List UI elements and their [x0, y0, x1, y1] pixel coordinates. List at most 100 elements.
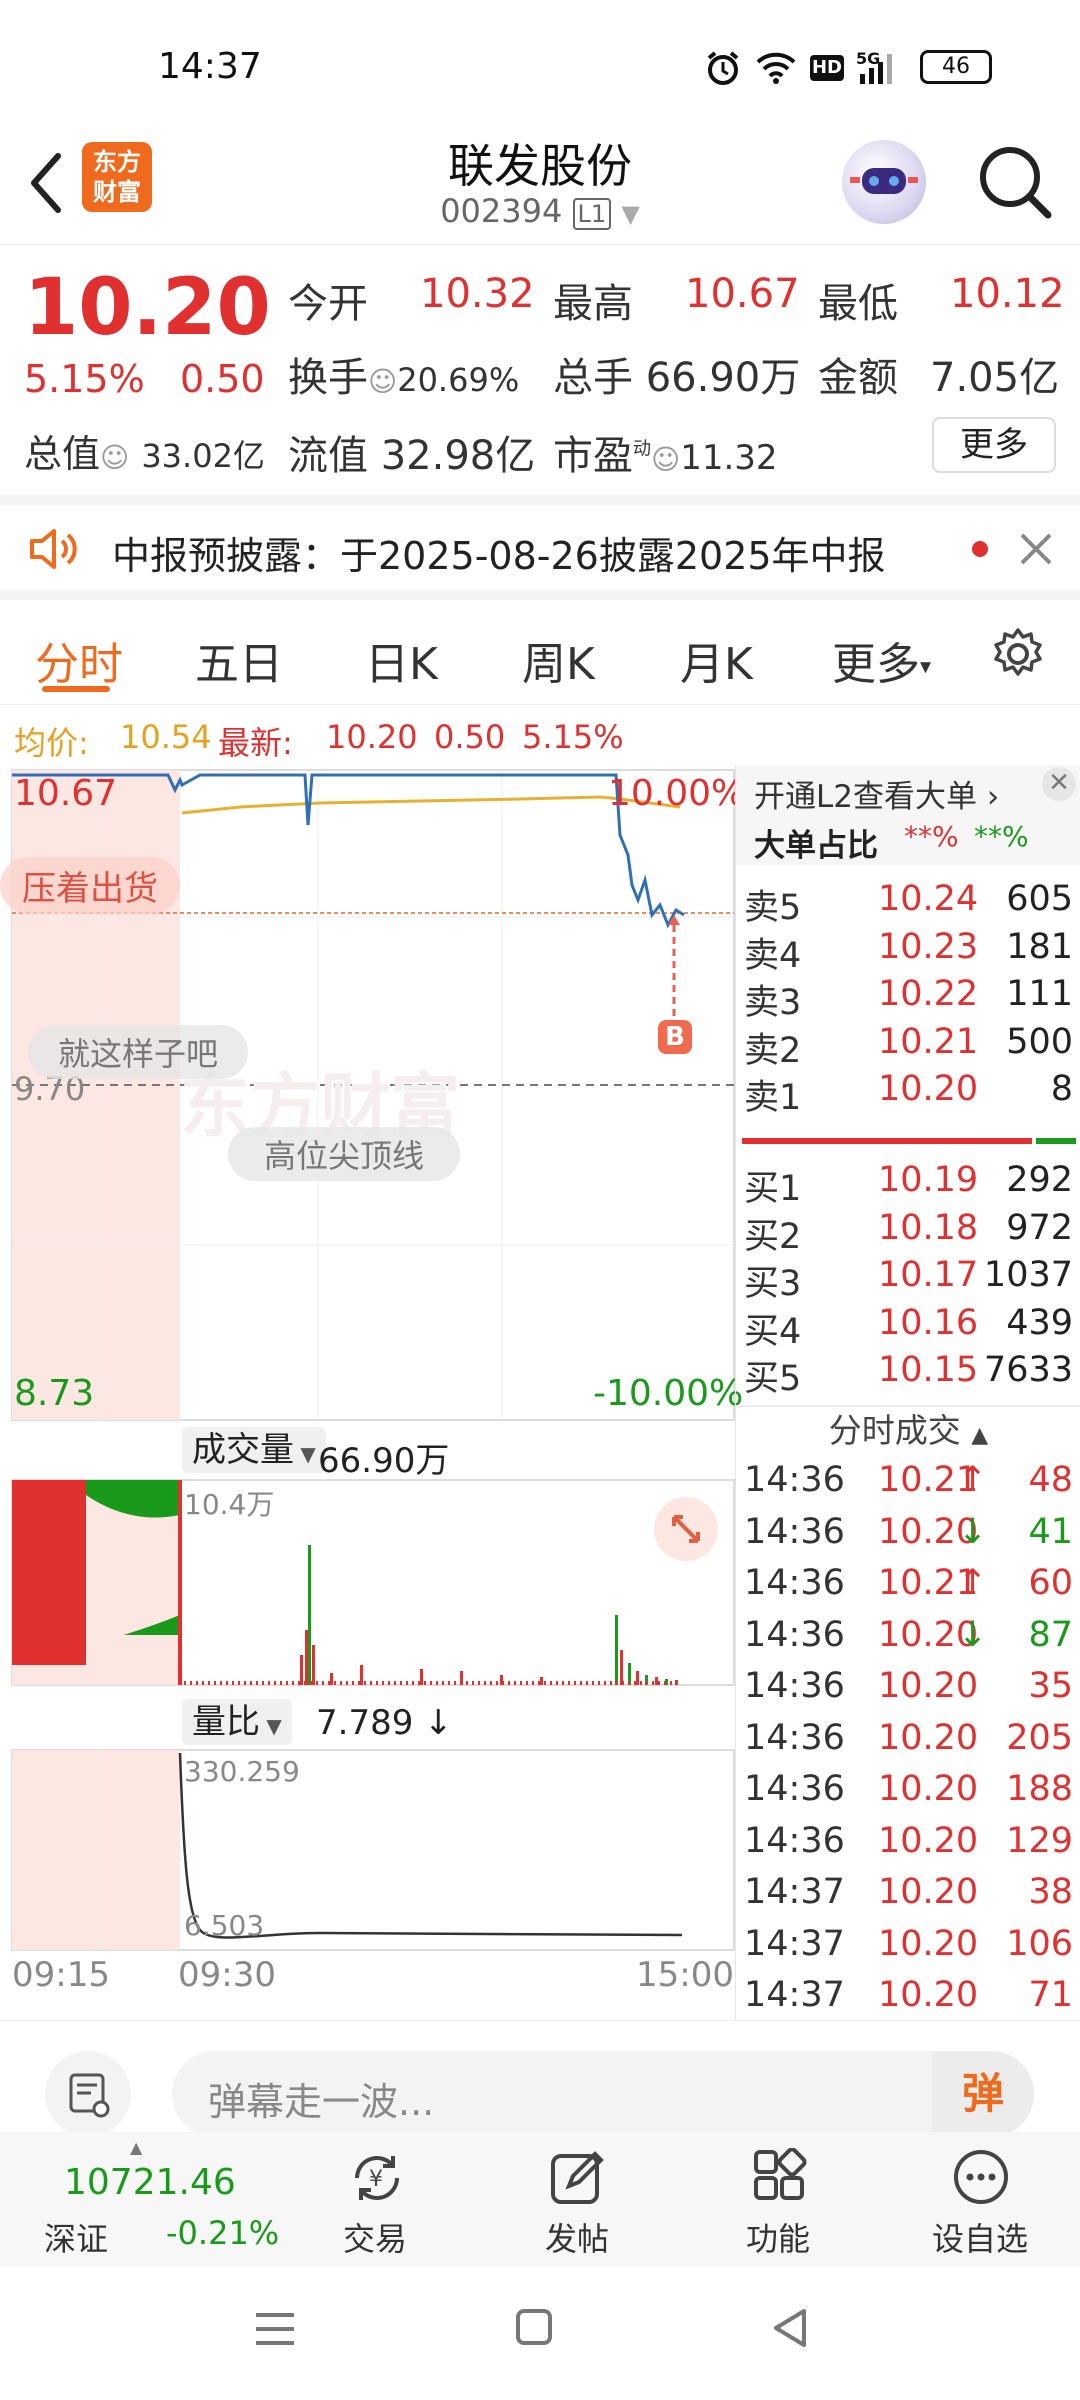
- volume-bar: [262, 1681, 264, 1685]
- volume-bar: [322, 1681, 324, 1685]
- row-price: 10.20: [878, 1666, 979, 1706]
- row-volume: 71: [1028, 1975, 1073, 2015]
- row-volume: 181: [1006, 926, 1073, 967]
- low-value: 10.12: [950, 271, 1065, 317]
- volume-label: 总手: [553, 355, 633, 401]
- nav-post-label: 发帖: [544, 2220, 609, 2258]
- volume-indicator-select[interactable]: 成交量 ▼: [182, 1427, 326, 1473]
- volume-bar: [466, 1681, 468, 1685]
- system-nav-bar: [0, 2267, 1080, 2400]
- l2-promo[interactable]: 开通L2查看大单 › ✕ 大单占比 **% **%: [736, 765, 1080, 865]
- trade-direction: ↓: [958, 1614, 988, 1655]
- robot-assistant-icon[interactable]: [842, 140, 926, 224]
- hd-icon: HD: [810, 55, 844, 81]
- amount-value: 7.05亿: [930, 355, 1060, 401]
- intraday-chart[interactable]: 东方财富 10.67 10.00% 9.70 8.73 -10.00% 压着出货…: [0, 765, 745, 2020]
- trade-row: 14:36 10.20 ↓ 87: [736, 1615, 1080, 1663]
- big-order-label: 大单占比: [754, 828, 878, 864]
- volume-bar: [214, 1681, 216, 1685]
- order-book: 开通L2查看大单 › ✕ 大单占比 **% **% 卖5 10.24 605 卖4 10…: [735, 765, 1080, 2020]
- volume-bar: [238, 1681, 240, 1685]
- latest-change: 0.50: [434, 718, 506, 756]
- tab-daily-k[interactable]: 日K: [365, 628, 438, 692]
- row-label: 买5: [744, 1359, 802, 1399]
- row-price: 10.20: [878, 1975, 979, 2015]
- open-value: 10.32: [420, 271, 535, 317]
- ask-row: 卖3 10.22 111: [736, 974, 1080, 1023]
- ask-row: 卖5 10.24 605: [736, 879, 1080, 928]
- volume-bar: [304, 1681, 306, 1685]
- row-price: 10.22: [878, 974, 979, 1014]
- volume-bar: [568, 1681, 570, 1685]
- tab-five-day[interactable]: 五日: [195, 628, 283, 692]
- wifi-icon: [755, 50, 797, 84]
- avg-price-line: [181, 795, 681, 815]
- tab-weekly-k[interactable]: 周K: [522, 628, 595, 692]
- trade-row: 14:37 10.20 38: [736, 1872, 1080, 1920]
- volume-bar: [305, 1630, 308, 1685]
- row-label: 14:37: [744, 1923, 845, 1964]
- info-icon[interactable]: ☺: [368, 365, 397, 398]
- more-button[interactable]: 更多: [932, 417, 1056, 473]
- info-icon[interactable]: ☺: [100, 441, 129, 474]
- danmu-send-button[interactable]: 弹: [932, 2051, 1034, 2137]
- signal-5g-icon: 5G: [856, 48, 902, 88]
- tab-more[interactable]: 更多▾: [832, 628, 931, 692]
- ratio-indicator-select[interactable]: 量比 ▼: [182, 1699, 292, 1745]
- nav-trade[interactable]: ¥ 交易: [310, 2132, 440, 2267]
- info-icon[interactable]: ☺: [651, 443, 680, 476]
- y-axis-top: 10.67: [14, 773, 118, 814]
- caret-up-icon: ▲: [971, 1423, 989, 1448]
- volume-bar: [346, 1681, 348, 1685]
- search-icon[interactable]: [975, 142, 1055, 222]
- edit-icon: [551, 2151, 604, 2204]
- trade-row: 14:36 10.20 188: [736, 1769, 1080, 1817]
- index-name: 深证: [44, 2220, 109, 2258]
- volume-bar: [412, 1681, 414, 1685]
- row-price: 10.18: [878, 1207, 979, 1248]
- nav-post[interactable]: 发帖: [512, 2132, 642, 2267]
- danmu-input[interactable]: 弹幕走一波... 弹: [172, 2051, 1034, 2137]
- volume-bar: [394, 1681, 396, 1685]
- row-price: 10.20: [878, 1069, 979, 1109]
- index-ticker[interactable]: ▲ 10721.46 深证 -0.21%: [40, 2132, 280, 2267]
- notice-bar[interactable]: 中报预披露：于2025-08-26披露2025年中报: [0, 495, 1080, 600]
- speaker-icon: [28, 527, 80, 571]
- nav-functions[interactable]: 功能: [713, 2132, 843, 2267]
- close-icon[interactable]: [1016, 529, 1056, 569]
- chart-tabs: 分时 五日 日K 周K 月K 更多▾: [0, 600, 1080, 705]
- volume-bar: [538, 1681, 540, 1685]
- row-volume: 439: [1006, 1302, 1073, 1343]
- back-nav-icon[interactable]: [770, 2307, 810, 2349]
- volume-bar: [454, 1681, 456, 1685]
- home-icon[interactable]: [514, 2307, 554, 2347]
- comment-list-icon[interactable]: [45, 2051, 131, 2137]
- dropdown-icon[interactable]: ▼: [621, 200, 639, 228]
- volume-bar: [376, 1681, 378, 1685]
- bid-row: 买4 10.16 439: [736, 1302, 1080, 1352]
- settings-icon[interactable]: [990, 626, 1046, 682]
- row-volume: 38: [1028, 1872, 1073, 1912]
- row-volume: 292: [1006, 1160, 1073, 1200]
- last-price: 10.20: [24, 263, 271, 353]
- menu-icon[interactable]: [252, 2309, 298, 2349]
- tab-intraday[interactable]: 分时: [35, 628, 123, 692]
- buy-marker[interactable]: B: [658, 1020, 692, 1054]
- trades-header[interactable]: 分时成交 ▲: [736, 1405, 1080, 1457]
- row-label: 卖1: [744, 1078, 802, 1118]
- stock-header: 东方 财富 联发股份 002394 L1 ▼: [0, 130, 1080, 245]
- row-volume: 605: [1006, 879, 1073, 919]
- volume-bar: [418, 1681, 420, 1685]
- row-label: 买4: [744, 1311, 802, 1352]
- time-close: 15:00: [636, 1955, 734, 1995]
- volume-bar: [604, 1681, 606, 1685]
- row-volume: 48: [1028, 1460, 1073, 1500]
- big-order-red: **%: [904, 820, 959, 853]
- volume-bar: [478, 1681, 480, 1685]
- tab-monthly-k[interactable]: 月K: [680, 628, 753, 692]
- row-volume: 8: [1050, 1069, 1073, 1109]
- volume-bar: [640, 1681, 642, 1685]
- expand-icon[interactable]: [654, 1497, 718, 1561]
- close-icon[interactable]: ✕: [1042, 767, 1076, 801]
- nav-add-watchlist[interactable]: 设自选: [915, 2132, 1045, 2267]
